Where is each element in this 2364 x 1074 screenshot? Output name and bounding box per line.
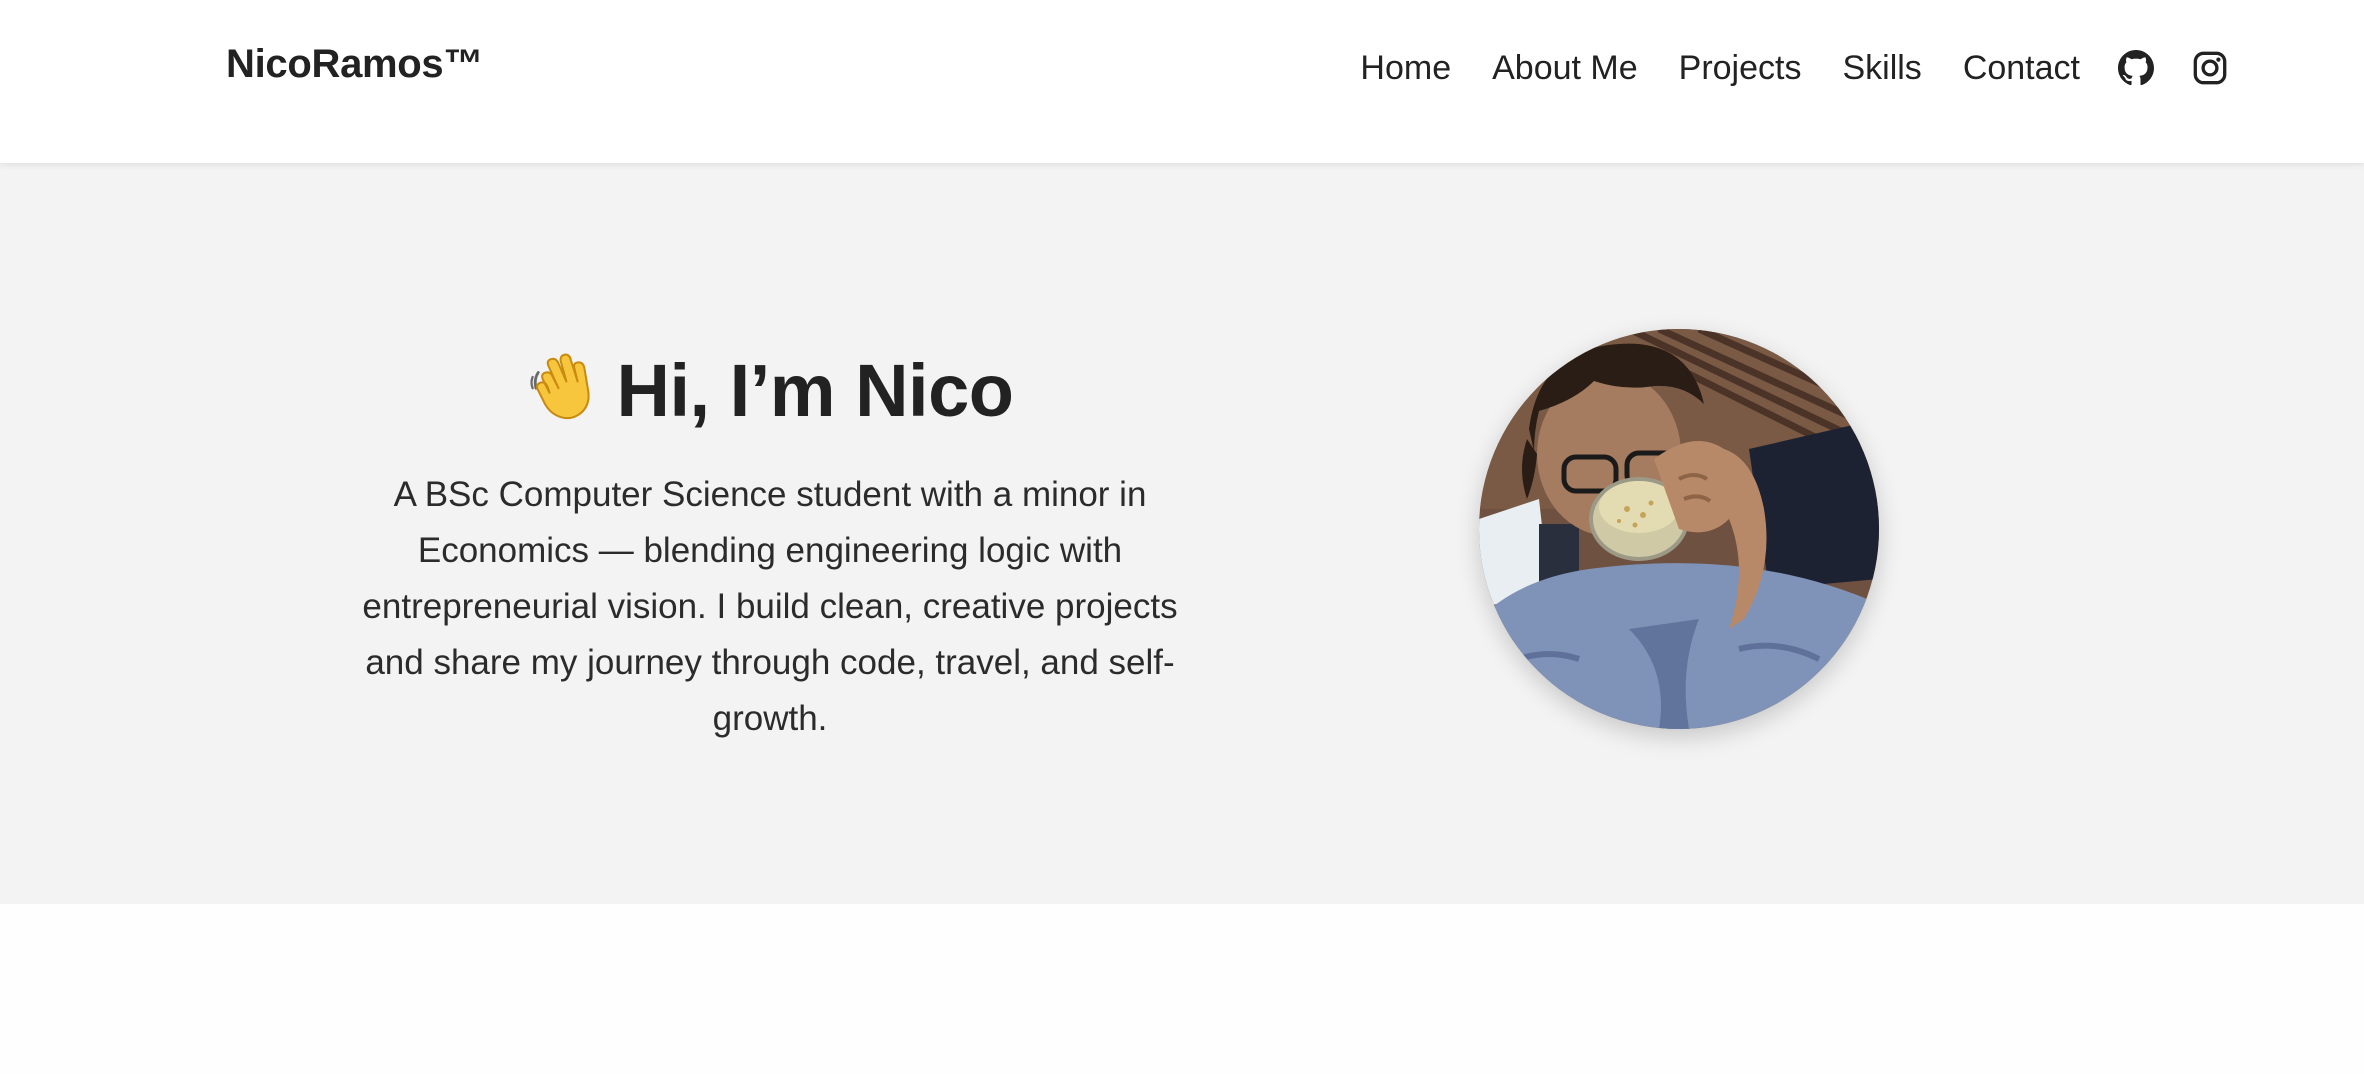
- github-icon-graphic: [2118, 50, 2154, 86]
- navbar: NicoRamos™ Home About Me Projects Skills…: [0, 0, 2364, 163]
- nav-contact-link[interactable]: Contact: [1963, 42, 2080, 94]
- hero-text: Hi, I’m Nico A BSc Computer Science stud…: [354, 343, 1186, 747]
- nav-about-link[interactable]: About Me: [1492, 42, 1638, 94]
- hero-title-text: Hi, I’m Nico: [616, 349, 1014, 432]
- nav-projects-link[interactable]: Projects: [1679, 42, 1802, 94]
- nav-home-link[interactable]: Home: [1360, 42, 1451, 94]
- waving-hand-icon: [529, 353, 590, 420]
- waving-hand-emoji: [527, 350, 599, 422]
- hero-section: Hi, I’m Nico A BSc Computer Science stud…: [0, 163, 2364, 904]
- hero-description: A BSc Computer Science student with a mi…: [362, 475, 1178, 738]
- github-icon[interactable]: [2118, 50, 2154, 86]
- nav-skills-link[interactable]: Skills: [1842, 42, 1921, 94]
- profile-photo: [1479, 329, 1879, 729]
- nav-menu: Home About Me Projects Skills Contact: [1360, 42, 2228, 94]
- brand-logo[interactable]: NicoRamos™: [226, 42, 483, 87]
- hero-title: Hi, I’m Nico: [354, 343, 1186, 439]
- instagram-icon[interactable]: [2192, 50, 2228, 86]
- instagram-icon-graphic: [2193, 51, 2227, 85]
- profile-photo-illustration: [1479, 329, 1879, 729]
